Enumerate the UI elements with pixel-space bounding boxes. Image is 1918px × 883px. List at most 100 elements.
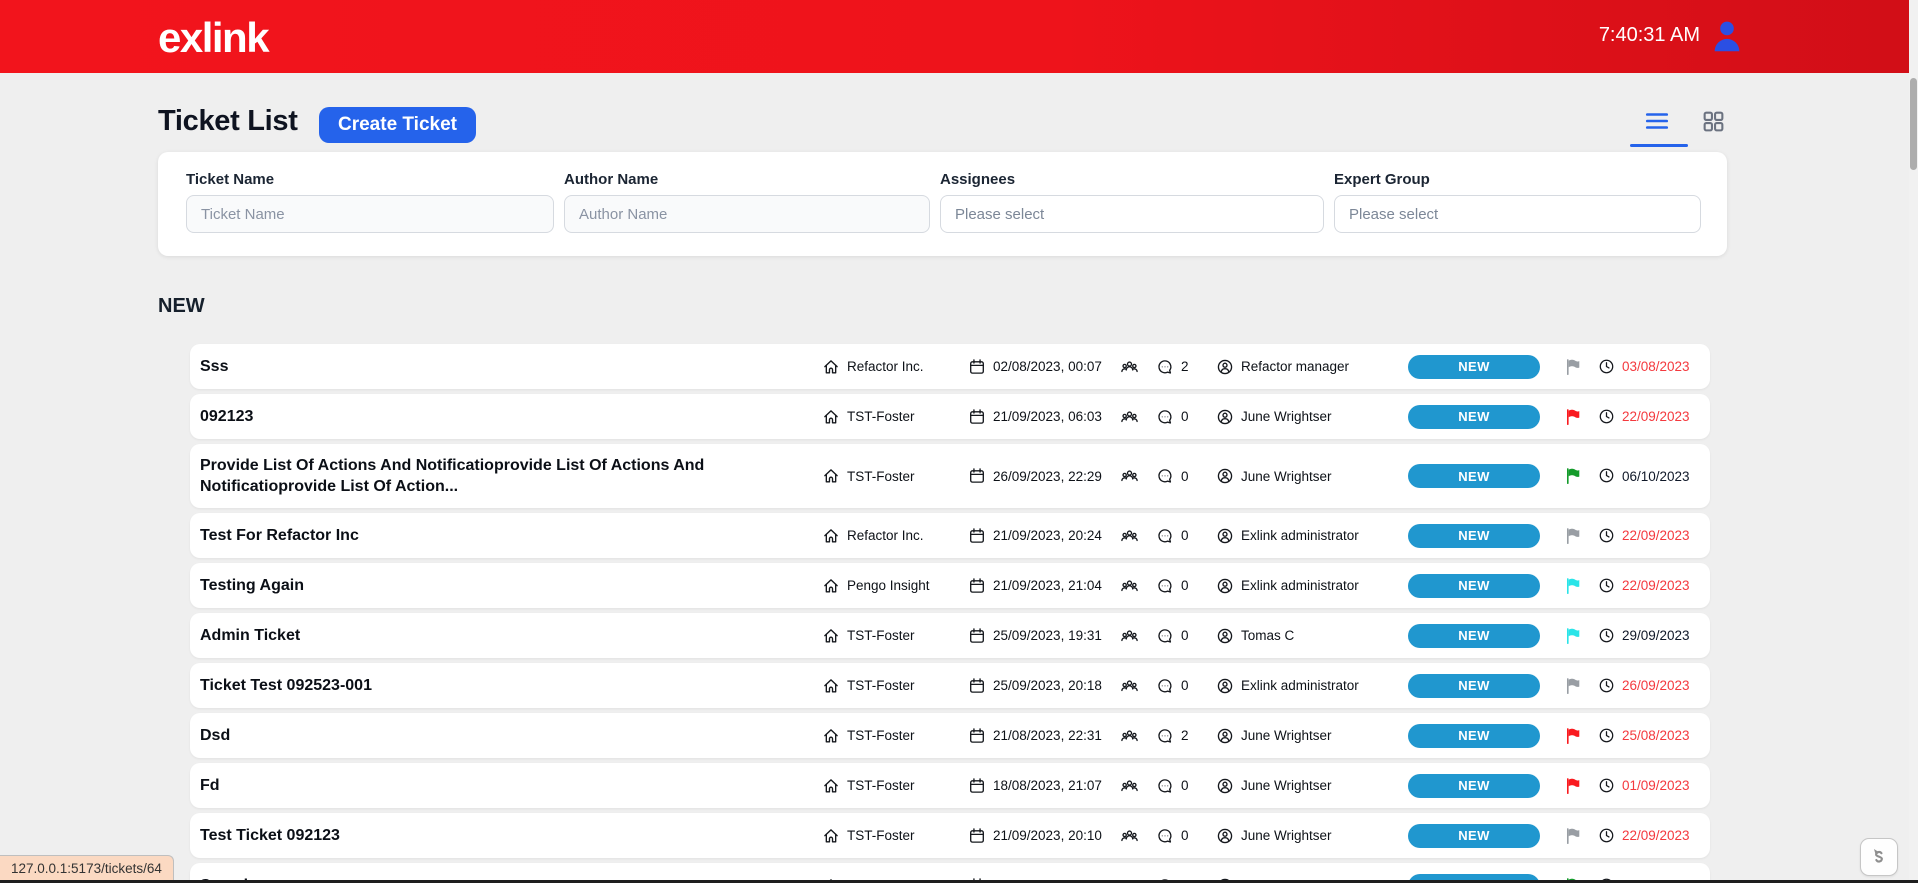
company-name: TST-Foster: [847, 828, 915, 843]
comments-count: 0: [1181, 578, 1189, 593]
due-date: 22/09/2023: [1622, 828, 1690, 843]
assignees-group-icon: [1120, 677, 1138, 695]
scrollbar-track[interactable]: [1909, 0, 1918, 883]
calendar-icon: [968, 777, 986, 795]
author-name: Exlink administrator: [1241, 528, 1359, 543]
company-icon: [822, 467, 840, 485]
due-clock-icon: [1598, 577, 1616, 595]
created-datetime: 21/09/2023, 21:04: [993, 578, 1102, 593]
due-clock-icon: [1598, 527, 1616, 545]
priority-flag-icon: [1564, 576, 1583, 595]
company-icon: [822, 358, 840, 376]
ticket-list: Sss Refactor Inc. 02/08/2023, 00:07 2 Re…: [190, 344, 1710, 883]
company-icon: [822, 527, 840, 545]
create-ticket-button[interactable]: Create Ticket: [319, 107, 476, 143]
status-badge: NEW: [1408, 723, 1540, 748]
priority-flag-icon: [1564, 826, 1583, 845]
company-icon: [822, 727, 840, 745]
author-icon: [1216, 677, 1234, 695]
due-clock-icon: [1598, 677, 1616, 695]
author-icon: [1216, 408, 1234, 426]
ticket-name-label: Ticket Name: [186, 171, 275, 188]
created-datetime: 18/08/2023, 21:07: [993, 778, 1102, 793]
ticket-row[interactable]: Dsd TST-Foster 21/08/2023, 22:31 2 June …: [190, 713, 1710, 758]
comments-icon: [1156, 627, 1174, 645]
assignees-group-icon: [1120, 727, 1138, 745]
ticket-row[interactable]: Test For Refactor Inc Refactor Inc. 21/0…: [190, 513, 1710, 558]
status-badge: NEW: [1408, 404, 1540, 429]
comments-icon: [1156, 408, 1174, 426]
header-clock: 7:40:31 AM: [1598, 24, 1700, 46]
devtools-widget-button[interactable]: [1860, 838, 1898, 876]
status-badge: NEW: [1408, 523, 1540, 548]
filter-panel: Ticket Name Author Name Assignees Expert…: [158, 152, 1727, 256]
ticket-name-input[interactable]: [186, 195, 554, 233]
ticket-row[interactable]: Admin Ticket TST-Foster 25/09/2023, 19:3…: [190, 613, 1710, 658]
due-date: 03/08/2023: [1622, 359, 1690, 374]
created-datetime: 21/09/2023, 20:24: [993, 528, 1102, 543]
ticket-row[interactable]: 092123 TST-Foster 21/09/2023, 06:03 0 Ju…: [190, 394, 1710, 439]
comments-count: 0: [1181, 628, 1189, 643]
scrollbar-thumb[interactable]: [1910, 78, 1917, 170]
company-name: TST-Foster: [847, 628, 915, 643]
due-clock-icon: [1598, 827, 1616, 845]
ticket-title: Fd: [200, 777, 220, 794]
company-name: TST-Foster: [847, 728, 915, 743]
calendar-icon: [968, 827, 986, 845]
author-name: June Wrightser: [1241, 828, 1332, 843]
assignees-group-icon: [1120, 777, 1138, 795]
comments-icon: [1156, 358, 1174, 376]
author-icon: [1216, 727, 1234, 745]
calendar-icon: [968, 467, 986, 485]
status-badge: NEW: [1408, 573, 1540, 598]
due-clock-icon: [1598, 777, 1616, 795]
grid-view-toggle-icon[interactable]: [1701, 109, 1726, 134]
author-name-input[interactable]: [564, 195, 930, 233]
company-name: TST-Foster: [847, 778, 915, 793]
calendar-icon: [968, 677, 986, 695]
priority-flag-icon: [1564, 467, 1583, 486]
company-name: Pengo Insight: [847, 578, 930, 593]
due-date: 26/09/2023: [1622, 678, 1690, 693]
calendar-icon: [968, 727, 986, 745]
status-badge: NEW: [1408, 773, 1540, 798]
created-datetime: 26/09/2023, 22:29: [993, 468, 1102, 484]
company-name: TST-Foster: [847, 678, 915, 693]
company-icon: [822, 777, 840, 795]
created-datetime: 25/09/2023, 20:18: [993, 678, 1102, 693]
ticket-title: 092123: [200, 408, 254, 425]
priority-flag-icon: [1564, 676, 1583, 695]
author-name: Exlink administrator: [1241, 578, 1359, 593]
author-icon: [1216, 467, 1234, 485]
list-view-toggle-icon[interactable]: [1643, 108, 1671, 134]
assignees-select[interactable]: [940, 195, 1324, 233]
created-datetime: 02/08/2023, 00:07: [993, 359, 1102, 374]
ticket-title: Sss: [200, 358, 229, 375]
priority-flag-icon: [1564, 626, 1583, 645]
author-name: June Wrightser: [1241, 728, 1332, 743]
ticket-title: Dsd: [200, 727, 231, 744]
status-badge: NEW: [1408, 464, 1540, 488]
ticket-row[interactable]: Testing Again Pengo Insight 21/09/2023, …: [190, 563, 1710, 608]
user-avatar-icon[interactable]: [1708, 18, 1746, 56]
ticket-row[interactable]: Sss Refactor Inc. 02/08/2023, 00:07 2 Re…: [190, 344, 1710, 389]
app-header: exlink 7:40:31 AM: [0, 0, 1918, 73]
comments-icon: [1156, 677, 1174, 695]
comments-icon: [1156, 727, 1174, 745]
comments-count: 0: [1181, 468, 1189, 484]
author-icon: [1216, 627, 1234, 645]
ticket-row[interactable]: Ticket Test 092523-001 TST-Foster 25/09/…: [190, 663, 1710, 708]
expert-group-select[interactable]: [1334, 195, 1701, 233]
author-icon: [1216, 358, 1234, 376]
due-clock-icon: [1598, 727, 1616, 745]
due-date: 29/09/2023: [1622, 628, 1690, 643]
ticket-row[interactable]: Test Ticket 092123 TST-Foster 21/09/2023…: [190, 813, 1710, 858]
priority-flag-icon: [1564, 776, 1583, 795]
comments-icon: [1156, 467, 1174, 485]
assignees-group-icon: [1120, 527, 1138, 545]
ticket-row[interactable]: Provide List Of Actions And Notificatiop…: [190, 444, 1710, 508]
ticket-row[interactable]: Fd TST-Foster 18/08/2023, 21:07 0 June W…: [190, 763, 1710, 808]
app-logo: exlink: [158, 14, 270, 61]
ticket-title: Testing Again: [200, 577, 304, 594]
due-clock-icon: [1598, 408, 1616, 426]
